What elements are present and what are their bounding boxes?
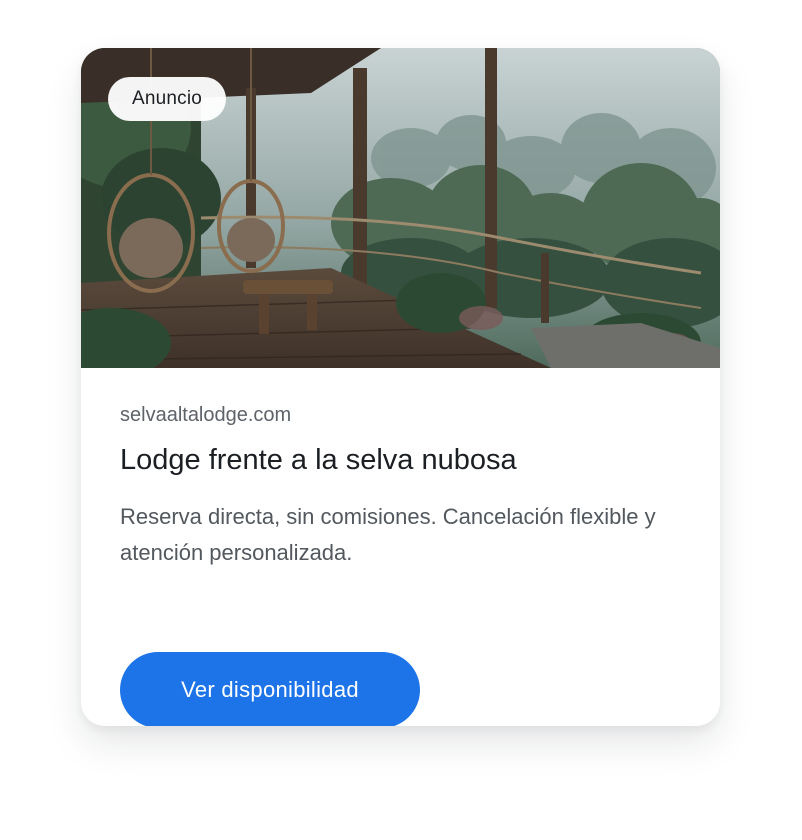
ad-badge-label: Anuncio (132, 88, 203, 109)
ad-domain[interactable]: selvaaltalodge.com (120, 404, 291, 427)
ad-title[interactable]: Lodge frente a la selva nubosa (120, 444, 517, 477)
ad-description: Reserva directa, sin comisiones. Cancela… (120, 504, 656, 565)
ad-badge: Anuncio (108, 77, 227, 121)
hero-image[interactable]: Anuncio (81, 48, 720, 368)
ad-card[interactable]: Anuncio selvaaltalodge.com Lodge frente … (81, 48, 720, 726)
check-availability-button[interactable]: Ver disponibilidad (120, 652, 420, 726)
